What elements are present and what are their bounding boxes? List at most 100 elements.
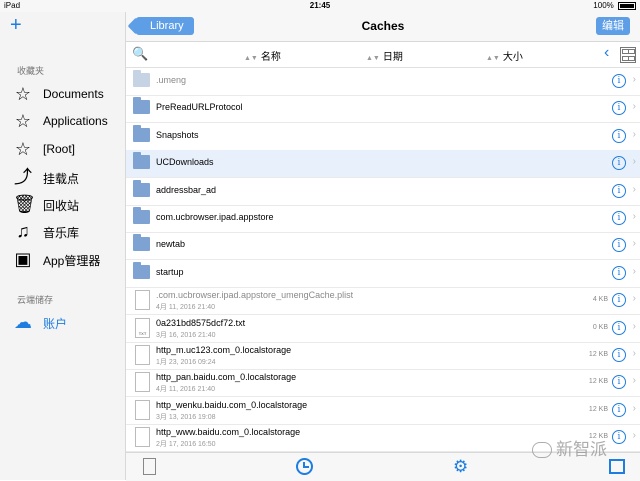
battery-percent: 100% (593, 1, 614, 10)
folder-row[interactable]: PreReadURLProtocol i › (126, 95, 640, 124)
info-icon[interactable]: i (612, 430, 626, 445)
folder-icon (133, 207, 150, 224)
file-date: 3月 16, 2016 21:40 (156, 331, 216, 339)
clipboard-icon[interactable] (143, 458, 156, 475)
file-name: PreReadURLProtocol (156, 102, 243, 113)
file-name: http_pan.baidu.com_0.localstorage (156, 372, 297, 383)
file-icon (135, 345, 150, 365)
star-icon: ☆ (14, 84, 32, 104)
text-file-icon: TXT (135, 317, 150, 338)
file-row[interactable]: .com.ucbrowser.ipad.appstore_umengCache.… (126, 287, 640, 316)
sidebar: + 收藏夹 ☆ Documents ☆ Applications ☆ [Root] ⤴ 挂载点… (0, 12, 126, 480)
file-row[interactable]: http_m.uc123.com_0.localstorage 1月 23, 20… (126, 342, 640, 370)
folder-icon (133, 152, 150, 170)
file-size: 4 KB (592, 296, 608, 304)
sidebar-item-[interactable]: 🗑 回收站 (13, 194, 123, 214)
file-name: .com.ucbrowser.ipad.appstore_umengCache.… (156, 290, 354, 301)
status-bar: iPad 21:45 100% (0, 0, 640, 12)
info-icon[interactable]: i (612, 183, 626, 198)
sort-arrows-icon: ▲▼ (366, 55, 380, 62)
folder-icon (133, 124, 150, 142)
sidebar-item-documents[interactable]: ☆ Documents (13, 84, 123, 104)
info-icon[interactable]: i (612, 156, 626, 171)
chevron-right-icon: › (632, 402, 636, 414)
edit-button[interactable]: 编辑 (596, 17, 630, 35)
sidebar-item-label: 挂载点 (43, 172, 80, 186)
sort-by-date[interactable]: ▲▼ 日期 (366, 48, 403, 63)
info-icon[interactable]: i (612, 348, 626, 362)
app-folder-icon: ▣ (14, 249, 32, 269)
sort-by-size[interactable]: ▲▼ 大小 (486, 48, 523, 63)
grid-view-icon[interactable] (620, 47, 636, 63)
sidebar-item-label: App管理器 (43, 254, 101, 268)
page-title: Caches (361, 19, 405, 33)
chevron-right-icon: › (632, 430, 636, 442)
folder-row[interactable]: .umeng i › (126, 68, 640, 96)
sidebar-item-[interactable]: ⤴ 挂载点 (13, 167, 123, 187)
sidebar-item-label: 账户 (43, 317, 68, 331)
file-row[interactable]: TXT 0a231bd8575dcf72.txt 3月 16, 2016 21:40… (126, 315, 640, 343)
chevron-right-icon: › (632, 320, 636, 332)
folder-row[interactable]: com.ucbrowser.ipad.appstore i › (126, 205, 640, 233)
folder-row[interactable]: startup i › (126, 260, 640, 288)
history-clock-icon[interactable] (296, 458, 313, 475)
sidebar-item-applications[interactable]: ☆ Applications (13, 111, 123, 131)
file-name: com.ucbrowser.ipad.appstore (156, 212, 274, 222)
sort-arrows-icon: ▲▼ (244, 55, 258, 62)
folder-icon (133, 179, 150, 197)
info-icon[interactable]: i (612, 402, 626, 417)
clock: 21:45 (309, 1, 331, 10)
info-icon[interactable]: i (612, 74, 626, 88)
sidebar-item-root[interactable]: ☆ [Root] (13, 139, 123, 159)
file-row[interactable]: http_pan.baidu.com_0.localstorage 4月 11, … (126, 369, 640, 398)
info-icon[interactable]: i (612, 238, 626, 253)
sidebar-item-label: 回收站 (43, 199, 80, 213)
file-date: 3月 13, 2016 19:08 (156, 413, 216, 421)
search-icon[interactable]: 🔍 (132, 46, 148, 62)
cloud-header: 云端储存 (17, 295, 54, 305)
info-icon[interactable]: i (612, 293, 626, 308)
file-icon (135, 372, 150, 393)
file-row[interactable]: http_wenku.baidu.com_0.localstorage 3月 13… (126, 397, 640, 425)
folder-row[interactable]: addressbar_ad i › (126, 178, 640, 206)
sidebar-item-[interactable]: ♫ 音乐库 (13, 221, 123, 241)
chevron-left-icon[interactable]: ‹ (604, 44, 609, 62)
battery-icon (618, 1, 636, 10)
file-name: http_wenku.baidu.com_0.localstorage (156, 399, 308, 410)
gear-icon[interactable]: ⚙ (453, 457, 468, 477)
trash-icon: 🗑 (13, 194, 36, 214)
file-date: 4月 11, 2016 21:40 (156, 304, 216, 312)
info-icon[interactable]: i (612, 101, 626, 116)
add-icon[interactable]: + (10, 14, 22, 36)
chevron-right-icon: › (632, 101, 636, 113)
file-icon (135, 399, 150, 420)
folder-icon (133, 261, 150, 279)
sidebar-item-account[interactable]: ☁ 账户 (13, 312, 123, 332)
folder-row[interactable]: UCDownloads i › (126, 150, 640, 179)
file-name: Snapshots (156, 129, 199, 140)
sort-by-name[interactable]: ▲▼ 名称 (244, 48, 281, 63)
folder-icon (133, 97, 150, 115)
chevron-right-icon: › (632, 128, 636, 140)
sort-size-label: 大小 (502, 52, 523, 63)
sidebar-item-label: Documents (43, 87, 104, 101)
favorites-header: 收藏夹 (17, 66, 45, 76)
chevron-right-icon: › (632, 265, 636, 277)
info-icon[interactable]: i (612, 320, 626, 335)
sidebar-item-label: Applications (43, 114, 108, 128)
sort-date-label: 日期 (382, 52, 403, 63)
sidebar-item-label: 音乐库 (43, 226, 80, 240)
chevron-right-icon: › (632, 375, 636, 387)
info-icon[interactable]: i (612, 211, 626, 225)
file-name: 0a231bd8575dcf72.txt (156, 317, 246, 328)
info-icon[interactable]: i (612, 128, 626, 143)
folder-row[interactable]: newtab i › (126, 232, 640, 261)
sidebar-item-app[interactable]: ▣ App管理器 (13, 249, 123, 269)
windows-icon[interactable] (609, 459, 625, 474)
folder-row[interactable]: Snapshots i › (126, 123, 640, 151)
file-name: addressbar_ad (156, 184, 217, 195)
music-folder-icon: ♫ (16, 221, 30, 241)
info-icon[interactable]: i (612, 265, 626, 280)
info-icon[interactable]: i (612, 375, 626, 390)
file-date: 2月 17, 2016 16:50 (156, 441, 216, 449)
